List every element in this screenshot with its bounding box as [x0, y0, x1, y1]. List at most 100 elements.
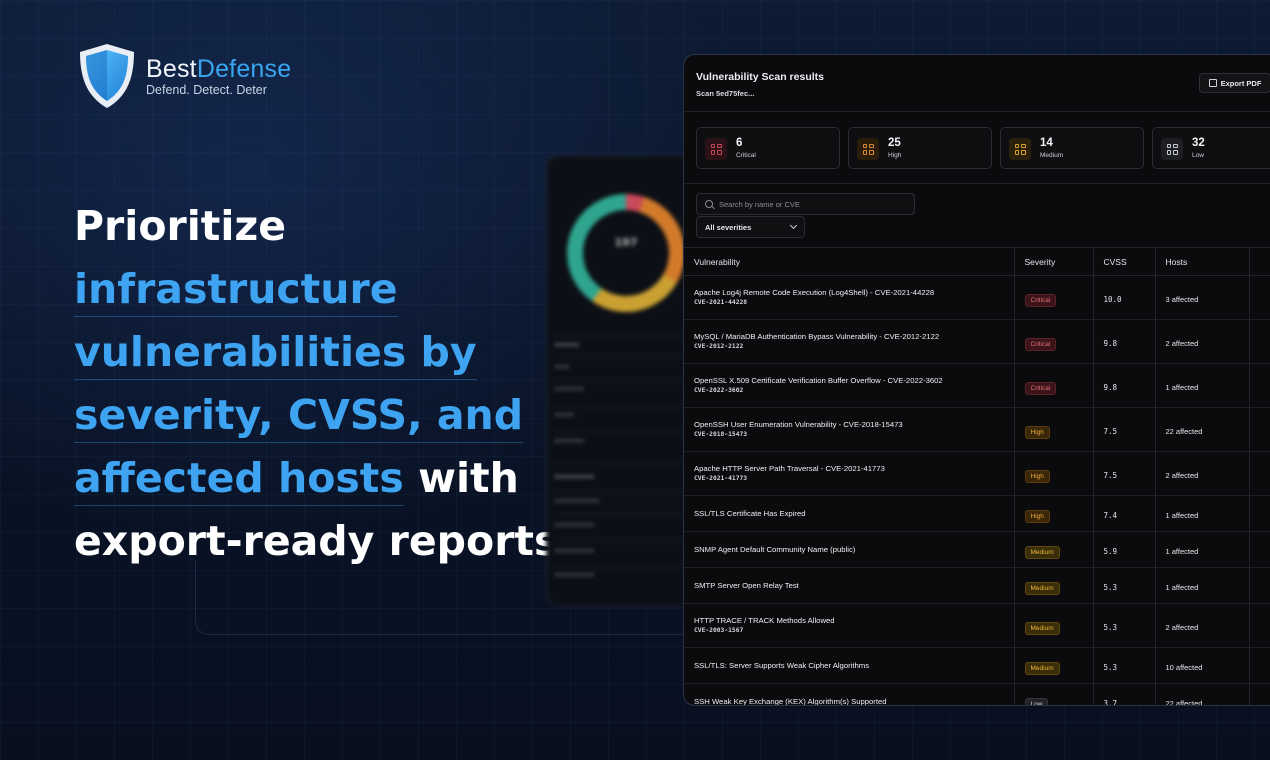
summary-card-critical[interactable]: 6 Critical: [696, 127, 840, 169]
export-pdf-button[interactable]: Export PDF: [1199, 73, 1270, 93]
blurred-dashboard-panel: 197 ▪ ▪ ▪ ▪ ▪ ▪ ▪ ▪ ▪ ▪ ▪ ▪ ▪ ▪ ▪ ▪ ▪ ▪ …: [546, 155, 706, 607]
table-row[interactable]: SMTP Server Open Relay Test Medium 5.3 1 af…: [684, 567, 1270, 604]
cvss-cell: 5.3: [1092, 647, 1155, 684]
table-row[interactable]: OpenSSH User Enumeration Vulnerability -…: [684, 407, 1270, 452]
table-row[interactable]: HTTP TRACE / TRACK Methods Allowed CVE-20…: [684, 603, 1270, 648]
search-input[interactable]: [719, 199, 899, 209]
cvss-cell: 5.3: [1092, 603, 1155, 648]
affected-hosts: 1 affected: [1165, 382, 1199, 392]
summary-label: High: [888, 152, 902, 159]
hosts-cell: 1 affected: [1154, 567, 1249, 604]
cvss-score: 5.3: [1103, 622, 1118, 632]
extra-cell: [1248, 531, 1270, 568]
summary-card-medium[interactable]: 14 Medium: [1000, 127, 1144, 169]
cvss-cell: 3.7: [1092, 683, 1155, 705]
vulnerability-name: Apache HTTP Server Path Traversal - CVE-…: [694, 464, 885, 473]
headline-line: infrastructure: [74, 262, 398, 317]
column-header-cvss[interactable]: CVSS: [1092, 247, 1155, 276]
affected-hosts: 1 affected: [1165, 510, 1199, 520]
severity-cell: Medium: [1013, 567, 1093, 604]
severity-filter-value: All severities: [705, 222, 752, 232]
severity-grid-icon: [857, 138, 879, 160]
hosts-cell: 1 affected: [1154, 495, 1249, 532]
vulnerability-cell: MySQL / MariaDB Authentication Bypass Vu…: [684, 319, 1014, 364]
hosts-cell: 2 affected: [1154, 319, 1249, 364]
severity-badge: Medium: [1024, 545, 1060, 559]
hosts-cell: 3 affected: [1154, 275, 1249, 320]
column-header-vulnerability[interactable]: Vulnerability: [684, 247, 1014, 276]
cvss-cell: 10.0: [1092, 275, 1155, 320]
vulnerability-name: SSL/TLS Certificate Has Expired: [694, 508, 806, 518]
hosts-cell: 2 affected: [1154, 603, 1249, 648]
vulnerability-cell: Apache Log4j Remote Code Execution (Log4…: [684, 275, 1014, 320]
column-header-severity[interactable]: Severity: [1013, 247, 1093, 276]
summary-card-high[interactable]: 25 High: [848, 127, 992, 169]
cve-id: CVE-2022-3602: [694, 387, 744, 394]
summary-label: Critical: [736, 152, 756, 159]
table-row[interactable]: SNMP Agent Default Community Name (publi…: [684, 531, 1270, 568]
severity-badge: Critical: [1024, 293, 1057, 307]
extra-cell: [1248, 451, 1270, 496]
extra-cell: [1248, 319, 1270, 364]
table-row[interactable]: OpenSSL X.509 Certificate Verification B…: [684, 363, 1270, 408]
vulnerability-cell: SNMP Agent Default Community Name (publi…: [684, 531, 1014, 568]
headline-line: Prioritize: [74, 202, 287, 250]
severity-cell: High: [1013, 495, 1093, 532]
cve-id: CVE-2021-44228: [694, 299, 748, 306]
vulnerability-name: OpenSSL X.509 Certificate Verification B…: [694, 376, 943, 385]
donut-total: 197: [614, 236, 638, 249]
affected-hosts: 1 affected: [1165, 582, 1199, 592]
severity-badge: High: [1024, 509, 1050, 523]
cvss-score: 5.9: [1103, 546, 1118, 556]
table-row[interactable]: Apache Log4j Remote Code Execution (Log4…: [684, 275, 1270, 320]
cve-id: CVE-2018-15473: [694, 431, 748, 438]
vulnerability-name: OpenSSH User Enumeration Vulnerability -…: [694, 420, 903, 429]
severity-badge: High: [1024, 469, 1050, 483]
export-pdf-label: Export PDF: [1220, 78, 1262, 88]
affected-hosts: 1 affected: [1165, 546, 1199, 556]
vulnerability-name: SSH Weak Key Exchange (KEX) Algorithm(s)…: [694, 696, 887, 706]
severity-filter-dropdown[interactable]: All severities: [696, 216, 805, 238]
table-row[interactable]: MySQL / MariaDB Authentication Bypass Vu…: [684, 319, 1270, 364]
extra-cell: [1248, 647, 1270, 684]
severity-grid-icon: [1161, 138, 1183, 160]
vulnerability-cell: SSH Weak Key Exchange (KEX) Algorithm(s)…: [684, 683, 1014, 706]
vulnerability-cell: OpenSSL X.509 Certificate Verification B…: [684, 363, 1014, 408]
cvss-cell: 5.3: [1092, 567, 1155, 604]
table-row[interactable]: Apache HTTP Server Path Traversal - CVE-…: [684, 451, 1270, 496]
table-row[interactable]: SSH Weak Key Exchange (KEX) Algorithm(s)…: [684, 683, 1270, 706]
severity-cell: Medium: [1013, 531, 1093, 568]
hosts-cell: 22 affected: [1154, 683, 1249, 706]
vulnerability-name: SMTP Server Open Relay Test: [694, 580, 799, 590]
column-header-hosts[interactable]: Hosts: [1154, 247, 1249, 276]
summary-card-low[interactable]: 32 Low: [1152, 127, 1270, 169]
vulnerability-name: SSL/TLS: Server Supports Weak Cipher Alg…: [694, 660, 870, 670]
table-row[interactable]: SSL/TLS Certificate Has Expired High 7.4 1 …: [684, 495, 1270, 532]
vulnerability-name: SNMP Agent Default Community Name (publi…: [694, 544, 856, 554]
extra-cell: [1248, 567, 1270, 604]
hosts-cell: 1 affected: [1154, 363, 1249, 408]
headline-line: with: [403, 454, 519, 502]
file-icon: [1208, 79, 1217, 87]
vulnerability-name: MySQL / MariaDB Authentication Bypass Vu…: [694, 332, 940, 341]
headline-line: affected hosts: [74, 451, 404, 506]
extra-cell: [1248, 495, 1270, 532]
severity-grid-icon: [1009, 138, 1031, 160]
summary-count: 14: [1040, 137, 1053, 149]
cvss-cell: 7.5: [1092, 407, 1155, 452]
severity-badge: Critical: [1024, 337, 1057, 351]
affected-hosts: 22 affected: [1165, 698, 1203, 706]
extra-cell: [1248, 275, 1270, 320]
severity-donut-chart: [567, 194, 685, 312]
cvss-score: 10.0: [1103, 294, 1122, 304]
cvss-cell: 7.5: [1092, 451, 1155, 496]
severity-badge: Medium: [1024, 621, 1060, 635]
cvss-cell: 5.9: [1092, 531, 1155, 568]
search-box[interactable]: [696, 193, 915, 215]
severity-cell: Critical: [1013, 363, 1093, 408]
summary-count: 6: [736, 137, 743, 149]
hosts-cell: 22 affected: [1154, 407, 1249, 452]
summary-label: Low: [1192, 152, 1204, 159]
vulnerability-table: Vulnerability Severity CVSS Hosts Apache…: [684, 247, 1270, 706]
table-row[interactable]: SSL/TLS: Server Supports Weak Cipher Alg…: [684, 647, 1270, 684]
